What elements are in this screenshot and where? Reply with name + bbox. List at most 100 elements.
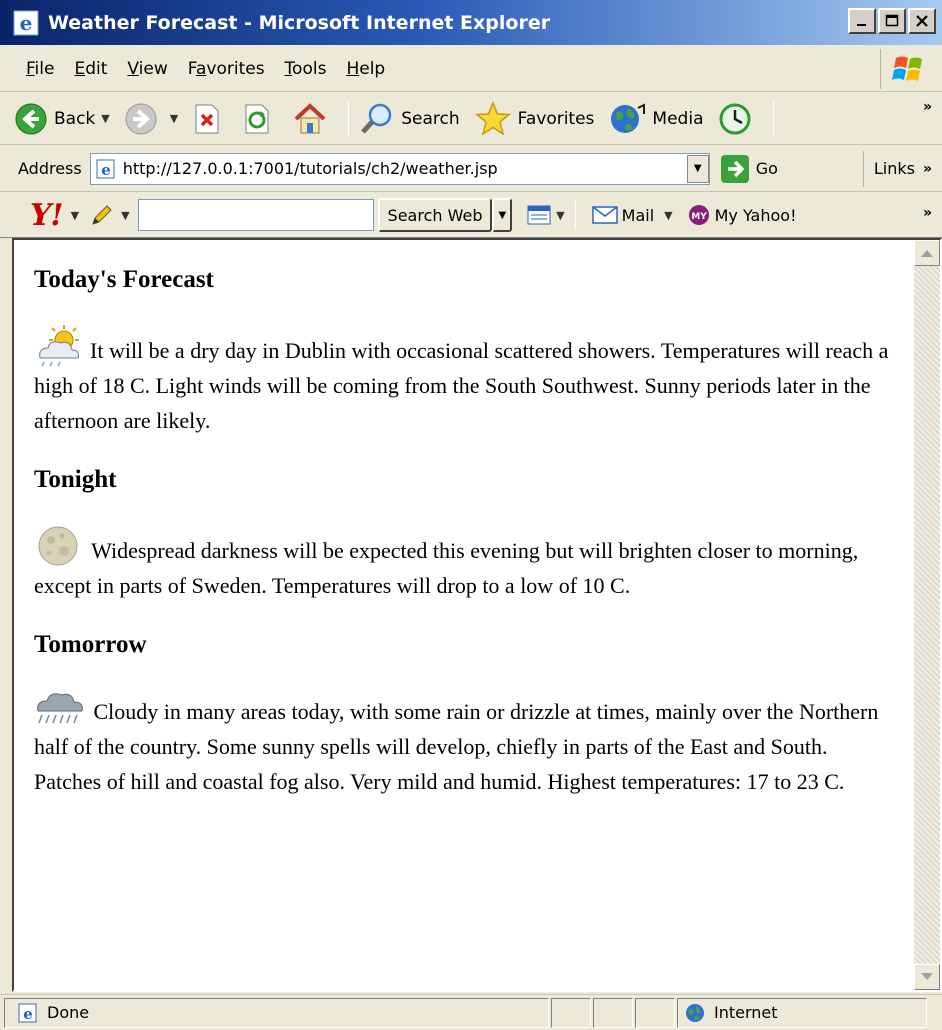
forward-arrow-icon [125,103,157,134]
forward-button[interactable]: ▼ [124,102,178,136]
address-input[interactable]: e http://127.0.0.1:7001/tutorials/ch2/we… [89,152,710,185]
star-icon [474,100,511,136]
toolbar-separator [773,100,775,137]
history-button[interactable] [717,101,759,137]
home-button[interactable] [292,102,334,136]
favorites-button[interactable]: Favorites [474,100,594,137]
close-icon [916,15,928,27]
window-title: Weather Forecast - Microsoft Internet Ex… [48,11,551,34]
page-done-icon: e [18,1003,37,1023]
status-bar: e Done Internet [0,994,942,1030]
scroll-up-arrow-icon [921,250,933,257]
yahoo-search-input[interactable] [137,199,374,231]
section-text-tomorrow: Cloudy in many areas today, with some ra… [34,689,894,799]
status-text-panel: e Done [4,997,549,1028]
links-chevron-icon: » [922,160,932,177]
home-icon [294,102,326,133]
address-url[interactable]: http://127.0.0.1:7001/tutorials/ch2/weat… [123,159,687,178]
highlight-button[interactable]: ▼ [526,203,565,227]
status-text: Done [47,1003,90,1022]
back-dropdown-icon[interactable]: ▼ [101,112,109,125]
today-forecast-text: It will be a dry day in Dublin with occa… [34,338,889,433]
search-icon [361,103,392,134]
media-globe-icon [611,102,646,133]
refresh-button[interactable] [242,103,278,135]
menu-file[interactable]: File [26,59,54,79]
menu-help[interactable]: Help [346,59,385,79]
forward-dropdown-icon[interactable]: ▼ [170,112,178,125]
svg-text:e: e [23,1005,33,1023]
page-content: Today's Forecast It will be a dry day in… [14,240,914,990]
maximize-icon [885,14,899,27]
menu-bar: File Edit View Favorites Tools Help [0,47,942,92]
vertical-scrollbar[interactable] [914,240,940,990]
mail-button[interactable]: Mail ▼ [591,205,673,225]
address-dropdown-icon[interactable]: ▼ [686,154,709,183]
toolbar-separator [574,201,576,229]
svg-text:e: e [20,11,33,35]
toolbar-overflow-chevron-icon[interactable]: » [923,99,932,115]
title-bar: e Weather Forecast - Microsoft Internet … [0,0,942,45]
status-cell [593,997,633,1028]
svg-text:e: e [101,161,111,179]
security-zone-text: Internet [714,1003,778,1022]
history-icon [719,103,751,134]
pencil-icon[interactable] [89,202,115,228]
close-button[interactable] [908,8,936,34]
minimize-icon [857,24,866,26]
scroll-down-button[interactable] [914,964,940,990]
section-heading-tonight: Tonight [34,466,117,493]
section-heading-tomorrow: Tomorrow [34,631,147,658]
section-heading-today: Today's Forecast [34,266,214,293]
pencil-dropdown-icon[interactable]: ▼ [121,209,129,222]
rain-cloud-icon [37,693,83,724]
media-button[interactable]: Media [608,102,703,136]
status-cell [635,997,675,1028]
moon-icon [38,526,78,566]
menu-favorites[interactable]: Favorites [188,59,265,79]
page-icon: e [96,159,115,179]
security-zone-panel: Internet [677,997,927,1028]
search-button[interactable]: Search [359,101,460,137]
stop-button[interactable] [192,103,228,135]
go-button[interactable]: Go [720,154,778,184]
search-web-dropdown-icon[interactable]: ▼ [492,198,513,232]
tomorrow-forecast-text: Cloudy in many areas today, with some ra… [34,699,879,794]
yahoo-toolbar: Y! ▼ ▼ Search Web ▼ ▼ Mail ▼ MY My Yahoo… [0,193,942,238]
yahoo-logo-dropdown-icon[interactable]: ▼ [71,209,79,222]
refresh-icon [245,104,269,133]
menu-view[interactable]: View [127,59,167,79]
yahoo-overflow-chevron-icon[interactable]: » [923,205,932,221]
menu-tools[interactable]: Tools [285,59,327,79]
sun-cloud-icon [39,325,79,367]
tonight-forecast-text: Widespread darkness will be expected thi… [34,538,859,598]
search-web-button[interactable]: Search Web [377,198,493,232]
internet-globe-icon [686,1003,704,1022]
svg-text:MY: MY [691,212,707,222]
section-text-today: It will be a dry day in Dublin with occa… [34,324,894,438]
windows-logo-icon [880,49,936,89]
ie-icon: e [13,10,39,35]
page-viewport: Today's Forecast It will be a dry day in… [12,238,942,992]
menu-edit[interactable]: Edit [74,59,107,79]
maximize-button[interactable] [878,8,906,34]
yahoo-logo[interactable]: Y! [30,198,64,233]
stop-icon [195,104,219,133]
address-label: Address [18,159,82,178]
status-cell [551,997,591,1028]
back-arrow-icon [15,103,47,134]
scroll-down-arrow-icon [921,973,933,980]
go-arrow-icon [720,154,749,183]
my-yahoo-icon: MY [688,205,709,225]
highlight-icon [527,205,551,225]
mail-icon [591,206,618,224]
scroll-up-button[interactable] [914,240,940,266]
back-button[interactable]: Back ▼ [14,102,110,136]
address-bar: Address e http://127.0.0.1:7001/tutorial… [0,146,942,192]
minimize-button[interactable] [848,8,876,34]
links-button[interactable]: Links » [862,150,932,187]
section-text-tonight: Widespread darkness will be expected thi… [34,524,894,603]
my-yahoo-button[interactable]: MY My Yahoo! [687,203,796,227]
standard-toolbar: Back ▼ ▼ Search Favorites Media » [0,93,942,145]
toolbar-separator [348,100,350,137]
